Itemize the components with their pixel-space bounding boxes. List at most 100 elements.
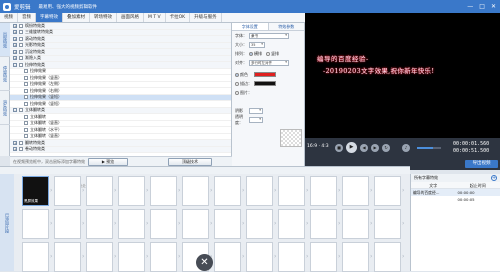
empty-clip-slot[interactable] [54,209,81,239]
transition-arrow-icon[interactable]: › [338,220,343,227]
volume-slider[interactable] [417,147,441,149]
transition-arrow-icon[interactable]: › [114,253,119,260]
empty-clip-slot[interactable] [54,242,81,272]
expand-icon[interactable]: + [13,147,17,151]
effect-checkbox[interactable] [19,108,23,112]
close-circle-icon[interactable]: ✕ [196,254,213,271]
maximize-icon[interactable]: □ [479,3,485,10]
volume-icon[interactable]: ♪ [402,144,410,152]
tab-picture-style[interactable]: 画面风格 [117,13,144,22]
empty-clip-slot[interactable] [310,176,337,206]
effect-checkbox[interactable] [19,147,23,151]
advanced-button[interactable]: 顶级技术 [168,158,212,166]
layout-vertical-radio[interactable] [266,52,270,56]
transition-arrow-icon[interactable]: › [82,220,87,227]
transition-arrow-icon[interactable]: › [338,253,343,260]
close-icon[interactable]: ✕ [491,3,496,10]
transition-arrow-icon[interactable]: › [338,187,343,194]
tree-category[interactable]: +卷动特效类 [10,147,231,154]
export-video-button[interactable]: 导出视频 [465,160,498,168]
effect-checkbox[interactable] [19,141,23,145]
transition-arrow-icon[interactable]: › [50,187,55,194]
transition-arrow-icon[interactable]: › [146,220,151,227]
empty-clip-slot[interactable] [22,209,49,239]
transition-arrow-icon[interactable]: › [50,253,55,260]
nav-stay-effects[interactable]: 停留特效 [0,57,10,91]
transition-arrow-icon[interactable]: › [242,253,247,260]
empty-clip-slot[interactable] [246,176,273,206]
empty-clip-slot[interactable] [54,176,81,206]
effect-checkbox[interactable] [24,76,28,80]
aspect-ratio[interactable]: 16:9 · 4:3 [307,144,329,149]
empty-clip-slot[interactable] [182,176,209,206]
transition-arrow-icon[interactable]: › [210,187,215,194]
empty-clip-slot[interactable] [118,176,145,206]
empty-clip-slot[interactable] [374,209,401,239]
preview-button[interactable]: ▶ 预览 [88,158,128,166]
loop-icon[interactable]: ↻ [382,144,390,152]
effect-checkbox[interactable] [24,82,28,86]
empty-clip-slot[interactable] [22,242,49,272]
empty-clip-slot[interactable] [214,176,241,206]
empty-clip-slot[interactable] [374,242,401,272]
texture-radio[interactable] [235,91,239,95]
empty-clip-slot[interactable] [278,176,305,206]
tab-overlay[interactable]: 叠加素材 [63,13,90,22]
effect-checkbox[interactable] [19,50,23,54]
transition-arrow-icon[interactable]: › [274,220,279,227]
outline-radio[interactable] [235,82,239,86]
prev-frame-icon[interactable]: ◀ [360,144,368,152]
empty-clip-slot[interactable] [246,242,273,272]
tab-audio[interactable]: 音频 [18,13,36,22]
shadow-select[interactable] [249,108,263,114]
transition-arrow-icon[interactable]: › [370,253,375,260]
tab-subtitle-effects[interactable]: 字幕特效 [36,13,63,22]
layout-horizontal-radio[interactable] [249,52,253,56]
effect-checkbox[interactable] [19,30,23,34]
effect-checkbox[interactable] [19,56,23,60]
empty-clip-slot[interactable] [278,209,305,239]
opacity-select[interactable] [249,117,263,123]
effect-checkbox[interactable] [24,128,28,132]
transition-arrow-icon[interactable]: › [178,253,183,260]
empty-clip-slot[interactable] [86,176,113,206]
transition-arrow-icon[interactable]: › [402,253,407,260]
transition-arrow-icon[interactable]: › [370,220,375,227]
empty-clip-slot[interactable] [214,209,241,239]
effect-checkbox[interactable] [24,95,28,99]
transition-arrow-icon[interactable]: › [82,187,87,194]
expand-icon[interactable]: + [13,50,17,54]
effect-checkbox[interactable] [19,24,23,28]
effect-checkbox[interactable] [24,115,28,119]
collapse-icon[interactable]: - [13,108,17,112]
effect-checkbox[interactable] [24,102,28,106]
effect-checkbox[interactable] [24,121,28,125]
transition-arrow-icon[interactable]: › [50,220,55,227]
tab-mtv[interactable]: M T V [144,13,166,22]
transition-arrow-icon[interactable]: › [82,253,87,260]
effect-checkbox[interactable] [19,37,23,41]
play-icon[interactable]: ▶ [346,142,357,153]
empty-clip-slot[interactable] [118,242,145,272]
expand-icon[interactable]: + [13,24,17,28]
tab-transitions[interactable]: 转场特效 [90,13,117,22]
empty-clip-slot[interactable] [150,209,177,239]
outline-swatch[interactable] [254,81,276,86]
empty-clip-slot[interactable] [118,209,145,239]
tab-font-settings[interactable]: 字体设置 [232,23,269,30]
expand-icon[interactable]: + [13,56,17,60]
transition-arrow-icon[interactable]: › [114,220,119,227]
align-select[interactable]: 多行时左对齐 [249,60,289,66]
transition-arrow-icon[interactable]: › [402,187,407,194]
size-select[interactable]: 35 [249,42,265,48]
transition-arrow-icon[interactable]: › [370,187,375,194]
empty-clip-slot[interactable] [310,242,337,272]
empty-clip-slot[interactable] [182,209,209,239]
stop-icon[interactable]: ■ [335,144,343,152]
transition-arrow-icon[interactable]: › [402,220,407,227]
clip-item[interactable]: 黑屏效果 [22,176,49,206]
tab-karaoke[interactable]: 卡拉OK [166,13,191,22]
empty-clip-slot[interactable] [342,176,369,206]
color-swatch[interactable] [254,72,276,77]
list-item[interactable]: 编导的百度经... 00:00:00 [411,189,500,196]
